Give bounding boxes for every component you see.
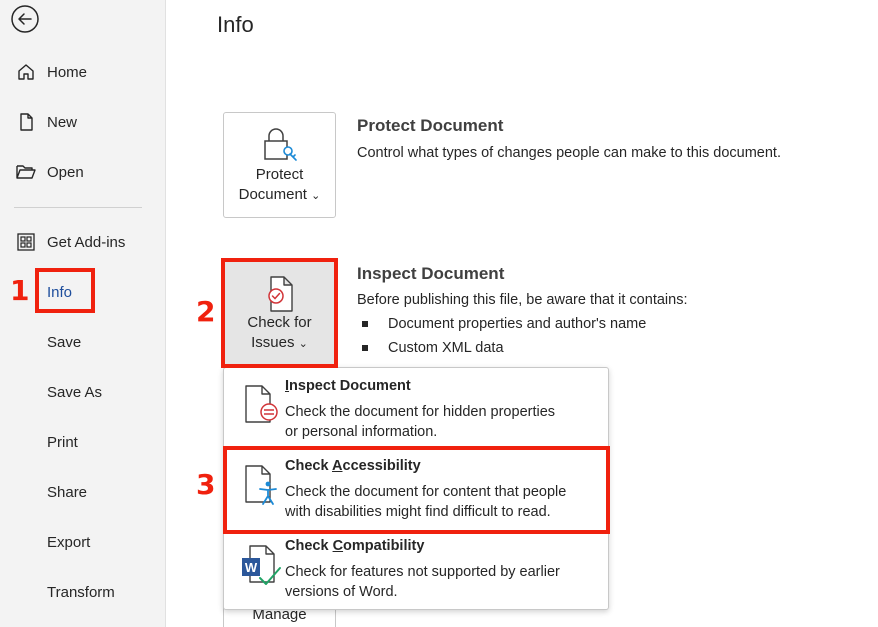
inspect-document-description: Before publishing this file, be aware th… xyxy=(357,292,688,308)
back-button[interactable] xyxy=(10,4,40,34)
protect-document-title: Protect Document xyxy=(357,116,504,135)
menu-item-description: Check for features not supported by earl… xyxy=(285,564,560,580)
sidebar-item-label: Share xyxy=(47,483,88,501)
sidebar-item-transform[interactable]: Transform xyxy=(0,572,166,612)
inspect-document-icon xyxy=(245,385,278,423)
sidebar-item-home[interactable]: Home xyxy=(0,52,166,92)
sidebar-item-save[interactable]: Save xyxy=(0,322,166,362)
protect-document-description: Control what types of changes people can… xyxy=(357,145,781,161)
protect-button-label-line1: Protect xyxy=(255,166,304,183)
callout-box-info xyxy=(35,268,95,313)
folder-open-icon xyxy=(15,161,37,183)
menu-item-description: versions of Word. xyxy=(285,584,398,600)
bullet-square-icon xyxy=(362,321,368,327)
sidebar-item-new[interactable]: New xyxy=(0,102,166,142)
sidebar-item-label: Save xyxy=(47,333,82,351)
sidebar-item-label: Home xyxy=(47,63,88,81)
word-compatibility-icon: W xyxy=(242,545,281,585)
home-icon xyxy=(15,61,37,83)
callout-box-check-for-issues xyxy=(221,258,338,368)
menu-item-inspect-document[interactable]: Inspect Document Check the document for … xyxy=(224,368,608,448)
back-arrow-icon xyxy=(11,5,39,33)
sidebar-divider xyxy=(14,207,142,208)
sidebar-item-label: Transform xyxy=(47,583,115,601)
sidebar-item-share[interactable]: Share xyxy=(0,472,166,512)
sidebar-item-get-add-ins[interactable]: Get Add-ins xyxy=(0,222,166,262)
sidebar-item-label: Print xyxy=(47,433,78,451)
sidebar-item-label: Save As xyxy=(47,383,103,401)
menu-item-description: Check the document for hidden properties xyxy=(285,404,556,420)
new-document-icon xyxy=(15,111,37,133)
sidebar-item-label: Export xyxy=(47,533,91,551)
sidebar-item-label: New xyxy=(47,113,78,131)
backstage-sidebar: Home New Open Get Add-ins Info Save Save… xyxy=(0,0,166,627)
callout-number-1: 1 xyxy=(10,274,30,307)
sidebar-item-label: Open xyxy=(47,163,84,181)
menu-item-title: Check Compatibility xyxy=(285,538,425,554)
inspect-document-title: Inspect Document xyxy=(357,264,505,283)
svg-text:W: W xyxy=(245,560,258,575)
callout-number-2: 2 xyxy=(196,295,216,328)
sidebar-item-export[interactable]: Export xyxy=(0,522,166,562)
add-ins-grid-icon xyxy=(15,231,37,253)
page-title: Info xyxy=(217,12,254,37)
menu-item-description: or personal information. xyxy=(285,424,438,440)
protect-document-button[interactable]: Protect Document ⌄ xyxy=(223,112,336,218)
sidebar-item-print[interactable]: Print xyxy=(0,422,166,462)
callout-box-check-accessibility xyxy=(223,446,610,534)
sidebar-item-label: Get Add-ins xyxy=(47,233,126,251)
menu-item-check-compatibility[interactable]: W Check Compatibility Check for features… xyxy=(224,528,608,608)
sidebar-item-save-as[interactable]: Save As xyxy=(0,372,166,412)
bullet-square-icon xyxy=(362,345,368,351)
lock-key-icon xyxy=(263,128,297,161)
chevron-down-icon: ⌄ xyxy=(311,190,321,202)
menu-item-title: Inspect Document xyxy=(285,378,411,394)
callout-number-3: 3 xyxy=(196,468,216,501)
sidebar-item-open[interactable]: Open xyxy=(0,152,166,192)
protect-button-label-line2: Document ⌄ xyxy=(238,186,321,203)
